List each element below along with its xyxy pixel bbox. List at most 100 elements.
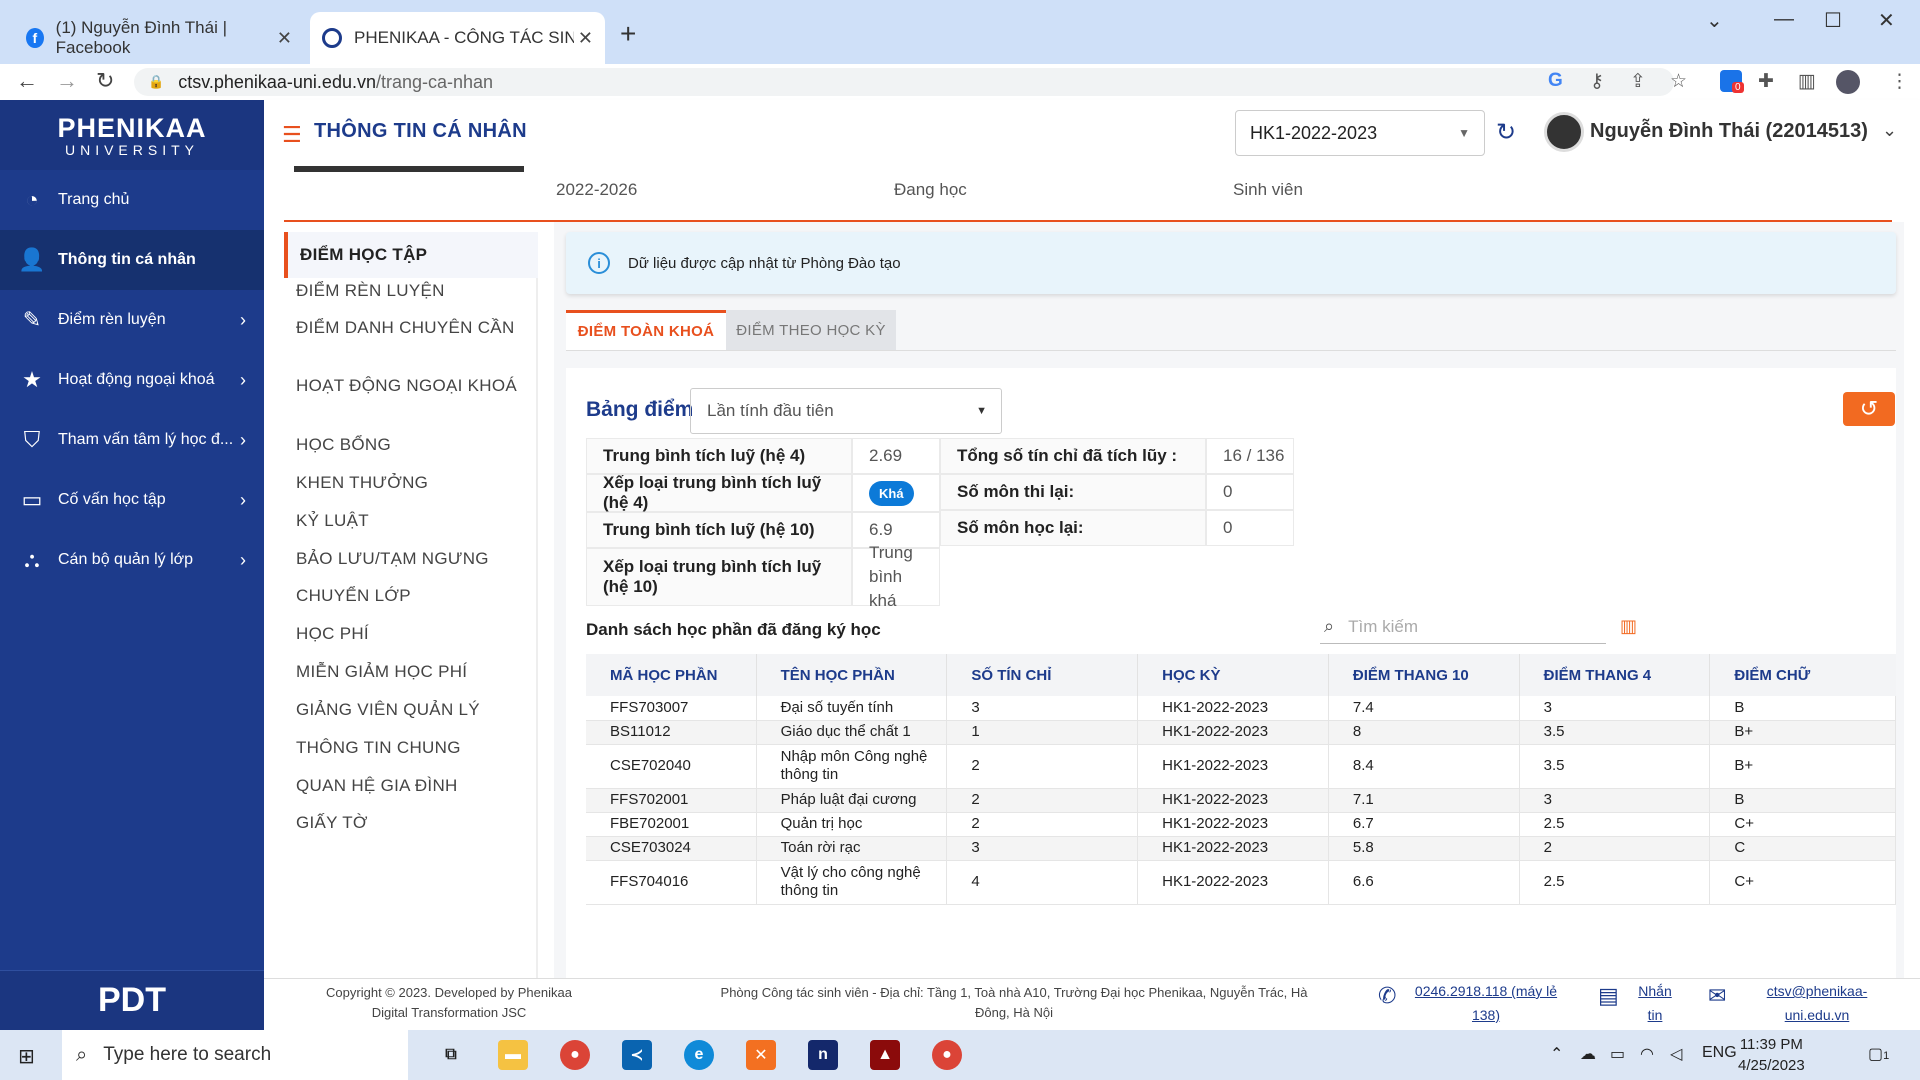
chat-link[interactable]: Nhắn tin [1630, 979, 1680, 1027]
menu-dots-icon[interactable]: ⋮ [1890, 70, 1909, 93]
sidebar-item-conduct[interactable]: ✎ Điểm rèn luyện › [0, 290, 264, 350]
task-view-icon[interactable]: ⧉ [436, 1040, 466, 1070]
clock[interactable]: 11:39 PM 4/25/2023 [1738, 1034, 1805, 1076]
vscode-icon[interactable]: ≺ [622, 1040, 652, 1070]
pen-icon: ✎ [22, 307, 42, 332]
forward-icon[interactable]: → [56, 68, 78, 94]
profile-avatar[interactable] [1836, 70, 1860, 94]
sidebar-item-activities[interactable]: ★ Hoạt động ngoại khoá › [0, 350, 264, 410]
tab-overall-scores[interactable]: ĐIỂM TOÀN KHOÁ [566, 310, 726, 350]
chevron-down-icon[interactable]: ⌄ [1882, 120, 1897, 141]
close-icon[interactable]: ✕ [277, 28, 292, 49]
menu-extracurricular[interactable]: HOẠT ĐỘNG NGOẠI KHOÁ [296, 374, 526, 398]
column-header[interactable]: HỌC KỲ [1137, 654, 1329, 696]
sidebar-item-advisor[interactable]: ▭ Cố vấn học tập › [0, 470, 264, 530]
menu-documents[interactable]: GIẤY TỜ [296, 811, 526, 835]
semester-select[interactable]: HK1-2022-2023 ▼ [1235, 110, 1485, 156]
edge-icon[interactable]: e [684, 1040, 714, 1070]
table-row[interactable]: FBE702001 Quản trị học 2 HK1-2022-2023 6.7 2.… [586, 812, 1896, 837]
tray-chevron-icon[interactable]: ⌃ [1550, 1044, 1563, 1064]
menu-attendance[interactable]: ĐIỂM DANH CHUYÊN CẦN [296, 316, 526, 340]
new-tab-button[interactable]: + [620, 18, 636, 50]
table-row[interactable]: CSE703024 Toán rời rạc 3 HK1-2022-2023 5.8 2 C [586, 836, 1896, 861]
minimize-button[interactable]: — [1774, 8, 1794, 31]
windows-start-icon[interactable]: ⊞ [18, 1044, 35, 1069]
close-icon[interactable]: ✕ [578, 28, 593, 49]
cell: BS11012 [586, 720, 757, 745]
search-input[interactable]: ⌕ Tìm kiếm [1320, 610, 1606, 644]
table-row[interactable]: CSE702040 Nhập môn Công nghệ thông tin 2 HK… [586, 744, 1896, 789]
column-header[interactable]: ĐIỂM THANG 10 [1328, 654, 1520, 696]
wifi-icon[interactable]: ◠ [1640, 1044, 1654, 1064]
close-window-button[interactable]: ✕ [1878, 8, 1895, 33]
column-header[interactable]: ĐIỂM THANG 4 [1519, 654, 1711, 696]
avatar[interactable] [1544, 112, 1584, 152]
bookmark-star-icon[interactable]: ☆ [1670, 70, 1687, 93]
address-bar[interactable]: 🔒 ctsv.phenikaa-uni.edu.vn/trang-ca-nhan [134, 68, 1674, 96]
sidebar-item-home[interactable]: ◔ Trang chủ [0, 170, 264, 230]
sidebar-item-profile[interactable]: 👤 Thông tin cá nhân [0, 230, 264, 290]
maximize-button[interactable]: ☐ [1824, 8, 1842, 33]
menu-tuition[interactable]: HỌC PHÍ [296, 622, 526, 646]
user-name[interactable]: Nguyễn Đình Thái (22014513) [1590, 120, 1868, 143]
menu-lecturer[interactable]: GIẢNG VIÊN QUẢN LÝ [296, 698, 526, 722]
table-row[interactable]: FFS704016 Vật lý cho công nghệ thông tin 4… [586, 860, 1896, 905]
table-row[interactable]: FFS703007 Đại số tuyến tính 3 HK1-2022-2023… [586, 696, 1896, 721]
tab-facebook[interactable]: f (1) Nguyễn Đình Thái | Facebook ✕ [14, 12, 304, 64]
extension-icon[interactable]: 0 [1720, 70, 1744, 93]
sidebar-item-class-managers[interactable]: ⛬ Cán bộ quản lý lớp › [0, 530, 264, 590]
tab-phenikaa[interactable]: PHENIKAA - CÔNG TÁC SINH VIÊ ✕ [310, 12, 605, 64]
taskbar-search-input[interactable]: ⌕ Type here to search [62, 1030, 408, 1080]
email-link[interactable]: ctsv@phenikaa-uni.edu.vn [1742, 979, 1892, 1027]
page-title: THÔNG TIN CÁ NHÂN [314, 120, 527, 142]
volume-icon[interactable]: ◁ [1670, 1044, 1682, 1064]
refresh-icon[interactable]: ↻ [1496, 118, 1516, 147]
menu-family[interactable]: QUAN HỆ GIA ĐÌNH [296, 774, 526, 798]
notification-icon[interactable]: ▢1 [1868, 1044, 1889, 1064]
sidebar-item-counseling[interactable]: ⛉ Tham vấn tâm lý học đ... › [0, 410, 264, 470]
menu-conduct-scores[interactable]: ĐIỂM RÈN LUYỆN [296, 279, 526, 303]
cloud-icon[interactable]: ☁ [1580, 1044, 1596, 1064]
cell: 3 [1519, 788, 1711, 813]
reset-button[interactable]: ↺ [1843, 392, 1895, 426]
file-explorer-icon[interactable]: ▬ [498, 1040, 528, 1070]
sidepanel-icon[interactable]: ▥ [1798, 70, 1816, 93]
tab-semester-scores[interactable]: ĐIỂM THEO HỌC KỲ [726, 310, 896, 350]
menu-transfer-class[interactable]: CHUYỂN LỚP [296, 584, 526, 608]
browser-tab-strip: f (1) Nguyễn Đình Thái | Facebook ✕ PHEN… [0, 0, 1920, 64]
menu-tuition-waiver[interactable]: MIỄN GIẢM HỌC PHÍ [296, 660, 526, 684]
menu-discipline[interactable]: KỶ LUẬT [296, 509, 526, 533]
menu-scholarship[interactable]: HỌC BỔNG [296, 433, 526, 457]
phone-link[interactable]: 0246.2918.118 (máy lẻ 138) [1406, 979, 1566, 1027]
app-icon[interactable]: ▲ [870, 1040, 900, 1070]
table-row[interactable]: FFS702001 Pháp luật đại cương 2 HK1-2022-20… [586, 788, 1896, 813]
menu-reserve[interactable]: BẢO LƯU/TẠM NGƯNG [296, 547, 526, 571]
back-icon[interactable]: ← [16, 68, 38, 94]
reload-icon[interactable]: ↻ [96, 68, 114, 94]
lang-text[interactable]: ENG [1702, 1044, 1737, 1062]
calculation-mode-select[interactable]: Lần tính đầu tiên ▼ [690, 388, 1002, 434]
notion-icon[interactable]: n [808, 1040, 838, 1070]
column-header[interactable]: SỐ TÍN CHỈ [946, 654, 1139, 696]
menu-general-info[interactable]: THÔNG TIN CHUNG [296, 736, 526, 760]
cell: CSE703024 [586, 836, 757, 861]
xampp-icon[interactable]: ✕ [746, 1040, 776, 1070]
google-icon[interactable]: G [1548, 70, 1563, 92]
menu-academic-scores[interactable]: ĐIỂM HỌC TẬP [300, 243, 530, 267]
key-icon[interactable]: ⚷ [1590, 70, 1604, 93]
table-row[interactable]: BS11012 Giáo dục thể chất 1 1 HK1-2022-2023… [586, 720, 1896, 745]
column-header[interactable]: MÃ HỌC PHẦN [586, 654, 757, 696]
chrome-active-icon[interactable]: ● [932, 1040, 962, 1070]
chrome-icon[interactable]: ● [560, 1040, 590, 1070]
phenikaa-logo[interactable]: PHENIKAA UNIVERSITY [0, 100, 264, 170]
column-header[interactable]: TÊN HỌC PHẦN [756, 654, 948, 696]
menu-awards[interactable]: KHEN THƯỞNG [296, 471, 526, 495]
columns-icon[interactable]: ▥ [1620, 616, 1637, 637]
hamburger-icon[interactable]: ☰ [282, 122, 302, 148]
share-icon[interactable]: ⇪ [1630, 70, 1646, 93]
puzzle-icon[interactable]: ✚ [1758, 70, 1774, 93]
battery-icon[interactable]: ▭ [1610, 1044, 1625, 1064]
column-header[interactable]: ĐIỂM CHỮ [1709, 654, 1896, 696]
tab-search-icon[interactable]: ⌄ [1706, 8, 1723, 33]
user-icon: 👤 [18, 247, 46, 272]
